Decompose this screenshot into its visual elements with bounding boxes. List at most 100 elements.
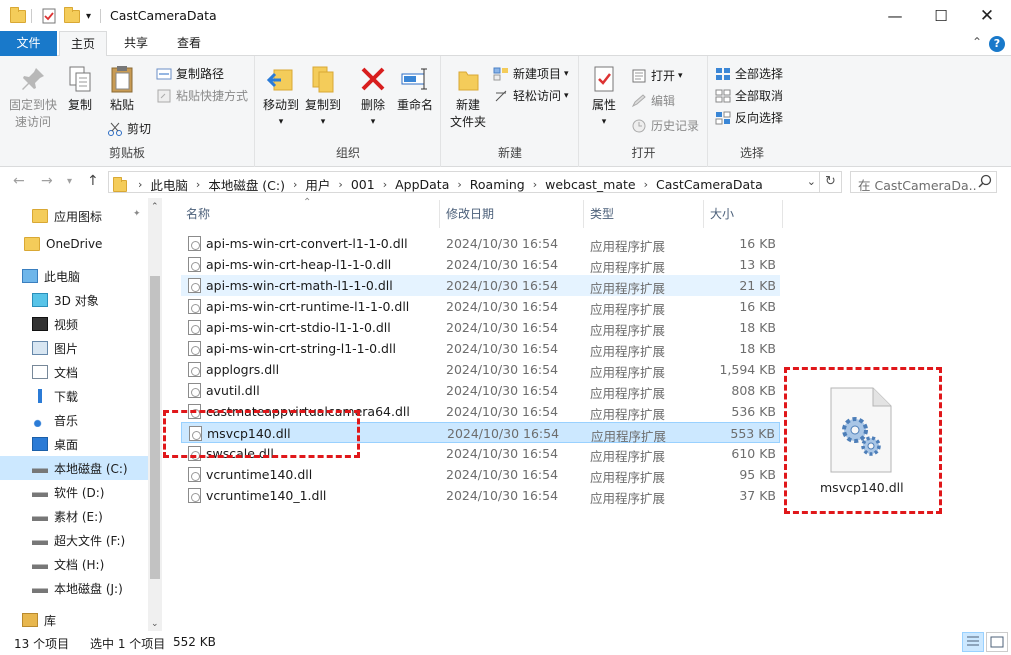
column-size[interactable]: 大小	[710, 203, 734, 225]
scroll-up-icon[interactable]: ⌃	[151, 202, 159, 212]
file-row[interactable]: avutil.dll 2024/10/30 16:54 应用程序扩展 808 KB	[181, 380, 780, 401]
new-folder-icon	[458, 71, 479, 91]
column-modified[interactable]: 修改日期	[446, 203, 494, 225]
refresh-button[interactable]: ↻	[820, 171, 842, 193]
nav-item[interactable]: OneDrive	[0, 232, 148, 256]
file-row[interactable]: vcruntime140.dll 2024/10/30 16:54 应用程序扩展 95…	[181, 464, 780, 485]
file-row[interactable]: applogrs.dll 2024/10/30 16:54 应用程序扩展 1,594 …	[181, 359, 780, 380]
file-row[interactable]: api-ms-win-crt-heap-l1-1-0.dll 2024/10/30…	[181, 254, 780, 275]
column-name[interactable]: 名称	[186, 203, 210, 225]
breadcrumb-separator[interactable]: ›	[452, 178, 466, 191]
file-row[interactable]: api-ms-win-crt-stdio-l1-1-0.dll 2024/10/3…	[181, 317, 780, 338]
open-button[interactable]: 打开 ▾	[631, 67, 683, 84]
tab-file[interactable]: 文件	[0, 31, 57, 56]
history-button[interactable]: 历史记录	[631, 117, 699, 134]
column-divider[interactable]	[782, 200, 783, 228]
edit-button[interactable]: 编辑	[631, 92, 675, 109]
nav-item[interactable]: 此电脑	[0, 264, 148, 288]
file-row[interactable]: api-ms-win-crt-convert-l1-1-0.dll 2024/10…	[181, 233, 780, 254]
nav-item[interactable]: 超大文件 (F:)	[0, 528, 148, 552]
scroll-down-icon[interactable]: ⌄	[151, 619, 159, 629]
file-row[interactable]: api-ms-win-crt-runtime-l1-1-0.dll 2024/10…	[181, 296, 780, 317]
nav-item[interactable]: 库	[0, 608, 148, 632]
pin-to-quick-access-button[interactable]: 固定到快 速访问	[5, 64, 61, 131]
breadcrumb-separator[interactable]: ›	[288, 178, 302, 191]
forward-icon[interactable]: →	[41, 173, 53, 189]
tab-home[interactable]: 主页	[59, 31, 107, 57]
nav-item[interactable]: 音乐	[0, 408, 148, 432]
search-input[interactable]: 在 CastCameraDa...	[850, 171, 997, 193]
address-dropdown-icon[interactable]: ⌄	[807, 175, 816, 188]
properties-quick-icon[interactable]	[41, 7, 57, 25]
nav-item[interactable]: 应用图标 ✦	[0, 204, 148, 228]
paste-shortcut-button[interactable]: 粘贴快捷方式	[156, 87, 248, 104]
breadcrumb-item[interactable]: 用户	[302, 175, 333, 194]
properties-button[interactable]: 属性 ▾	[586, 64, 622, 131]
breadcrumb-item[interactable]: AppData	[392, 177, 452, 192]
nav-item[interactable]: 下载	[0, 384, 148, 408]
help-icon[interactable]: ?	[989, 36, 1005, 52]
up-icon[interactable]: ↑	[87, 173, 99, 189]
breadcrumb-separator[interactable]: ›	[528, 178, 542, 191]
copy-path-button[interactable]: 复制路径	[156, 65, 224, 82]
new-item-button[interactable]: 新建项目 ▾	[493, 65, 569, 82]
file-type: 应用程序扩展	[590, 386, 666, 401]
breadcrumb-item[interactable]: 001	[348, 177, 378, 192]
new-folder-quick-icon[interactable]	[64, 6, 80, 25]
easy-access-button[interactable]: 轻松访问 ▾	[493, 87, 569, 104]
breadcrumb-item[interactable]: CastCameraData	[653, 177, 766, 192]
nav-item[interactable]: 本地磁盘 (C:)	[0, 456, 148, 480]
column-divider[interactable]	[703, 200, 704, 228]
large-icons-view-button[interactable]	[986, 632, 1008, 652]
breadcrumb-item[interactable]: 本地磁盘 (C:)	[205, 175, 288, 194]
close-button[interactable]: ✕	[964, 0, 1010, 31]
nav-item[interactable]: 文档	[0, 360, 148, 384]
breadcrumb-separator[interactable]: ›	[639, 178, 653, 191]
invert-selection-button[interactable]: 反向选择	[715, 109, 783, 126]
breadcrumb-item[interactable]: 此电脑	[147, 175, 191, 194]
column-divider[interactable]	[439, 200, 440, 228]
recent-locations-icon[interactable]: ▾	[67, 176, 72, 187]
maximize-button[interactable]: ☐	[918, 0, 964, 31]
nav-item[interactable]: 软件 (D:)	[0, 480, 148, 504]
minimize-button[interactable]: —	[872, 0, 918, 31]
breadcrumb-separator[interactable]: ›	[378, 178, 392, 191]
breadcrumb-separator[interactable]: ›	[333, 178, 347, 191]
address-bar[interactable]: › 此电脑 › 本地磁盘 (C:) › 用户 › 001 › AppData › Roaming › w…	[108, 171, 820, 193]
breadcrumb-separator[interactable]: ›	[191, 178, 205, 191]
nav-item[interactable]: 桌面	[0, 432, 148, 456]
select-all-button[interactable]: 全部选择	[715, 65, 783, 82]
tab-share[interactable]: 共享	[113, 31, 159, 56]
nav-item[interactable]: 3D 对象	[0, 288, 148, 312]
copy-button[interactable]: 复制	[62, 64, 98, 114]
nav-item[interactable]: 素材 (E:)	[0, 504, 148, 528]
details-view-button[interactable]	[962, 632, 984, 652]
file-row[interactable]: api-ms-win-crt-string-l1-1-0.dll 2024/10/…	[181, 338, 780, 359]
nav-item[interactable]: 图片	[0, 336, 148, 360]
copy-to-button[interactable]: 复制到 ▾	[303, 64, 343, 131]
properties-icon	[594, 66, 614, 92]
nav-item[interactable]: 本地磁盘 (J:)	[0, 576, 148, 600]
new-folder-button[interactable]: 新建 文件夹	[448, 64, 488, 131]
rename-button[interactable]: 重命名	[395, 64, 435, 114]
tab-view[interactable]: 查看	[166, 31, 212, 56]
move-to-label: 移动到	[262, 98, 299, 112]
column-divider[interactable]	[583, 200, 584, 228]
nav-item[interactable]: 文档 (H:)	[0, 552, 148, 576]
breadcrumb-item[interactable]: webcast_mate	[542, 177, 638, 192]
paste-button[interactable]: 粘贴	[102, 64, 142, 114]
column-type[interactable]: 类型	[590, 203, 614, 225]
back-icon[interactable]: ←	[13, 173, 25, 189]
navigation-pane-scroll-thumb[interactable]	[150, 276, 160, 579]
customize-quick-access-icon[interactable]: ▾	[86, 7, 91, 25]
file-date: 2024/10/30 16:54	[446, 488, 559, 503]
delete-button[interactable]: 删除 ▾	[357, 64, 389, 131]
nav-item[interactable]: 视频	[0, 312, 148, 336]
cut-button[interactable]: 剪切	[107, 120, 151, 137]
expand-ribbon-icon[interactable]: ⌃	[972, 35, 982, 49]
breadcrumb-item[interactable]: Roaming	[467, 177, 528, 192]
file-row[interactable]: vcruntime140_1.dll 2024/10/30 16:54 应用程序扩展…	[181, 485, 780, 506]
file-row[interactable]: api-ms-win-crt-math-l1-1-0.dll 2024/10/30…	[181, 275, 780, 296]
move-to-button[interactable]: 移动到 ▾	[261, 64, 301, 131]
select-none-button[interactable]: 全部取消	[715, 87, 783, 104]
